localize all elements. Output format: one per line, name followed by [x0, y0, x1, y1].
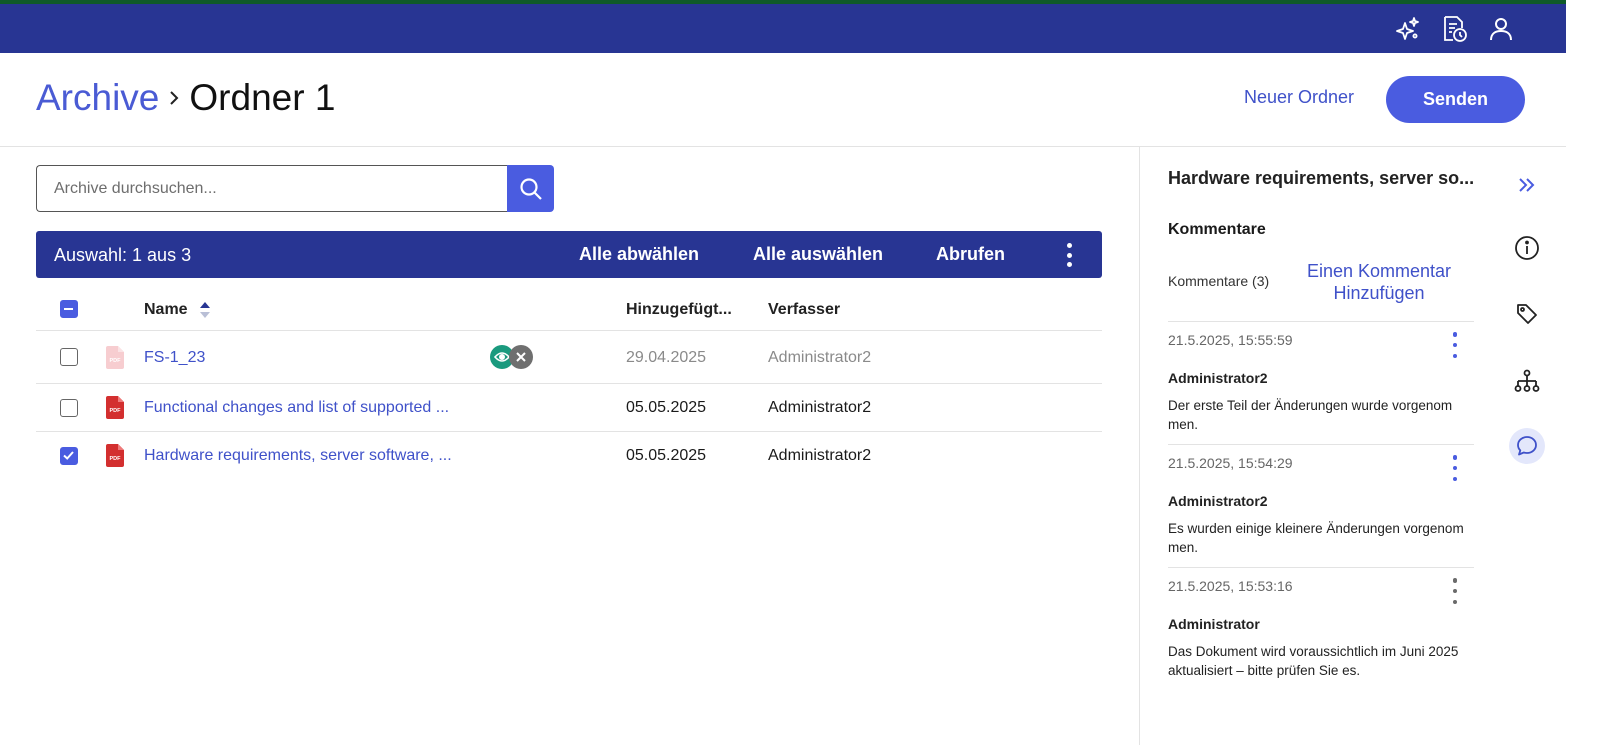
add-comment-button[interactable]: Einen Kommentar Hinzufügen	[1292, 260, 1466, 304]
comment-author: Administrator2	[1168, 493, 1268, 509]
chevron-right-icon	[167, 89, 181, 107]
pdf-file-icon: PDF	[106, 346, 124, 369]
comments-heading: Kommentare	[1168, 221, 1266, 238]
table-row[interactable]: PDF Functional changes and list of suppo…	[36, 384, 1102, 432]
comment-icon[interactable]	[1509, 428, 1545, 464]
selection-count: Auswahl: 1 aus 3	[54, 245, 192, 265]
file-date: 05.05.2025	[626, 447, 707, 464]
table-row[interactable]: PDF FS-1_23 29.04.2025 Administrator2	[36, 331, 1102, 384]
svg-text:PDF: PDF	[110, 456, 122, 462]
deselect-all-button[interactable]: Alle abwählen	[579, 244, 699, 265]
file-name-link[interactable]: Functional changes and list of supported…	[144, 399, 449, 417]
selection-bar: Auswahl: 1 aus 3 Alle abwählen Alle ausw…	[36, 231, 1102, 278]
comment-timestamp: 21.5.2025, 15:54:29	[1168, 455, 1293, 471]
user-icon[interactable]	[1485, 13, 1517, 45]
comment-item: 21.5.2025, 15:55:59 Administrator2 Der e…	[1168, 321, 1474, 444]
panel-title: Hardware requirements, server so...	[1168, 168, 1475, 188]
close-icon[interactable]	[509, 345, 533, 369]
send-button[interactable]: Senden	[1386, 76, 1525, 123]
comment-text: Es wurden einige kleinere Änderungen vor…	[1168, 521, 1464, 555]
page-title: Ordner 1	[189, 77, 336, 118]
column-header-author[interactable]: Verfasser	[768, 301, 840, 319]
select-all-button[interactable]: Alle auswählen	[753, 244, 883, 265]
svg-text:PDF: PDF	[110, 408, 122, 414]
comment-menu-icon[interactable]	[1450, 578, 1460, 604]
comment-item: 21.5.2025, 15:54:29 Administrator2 Es wu…	[1168, 444, 1474, 567]
top-bar	[0, 4, 1566, 53]
select-all-checkbox[interactable]	[60, 300, 78, 318]
window-edge	[1566, 0, 1605, 745]
double-chevron-right-icon[interactable]	[1509, 167, 1545, 203]
sparkles-icon[interactable]	[1391, 13, 1423, 45]
comment-timestamp: 21.5.2025, 15:53:16	[1168, 578, 1293, 594]
document-clock-icon[interactable]	[1438, 13, 1470, 45]
column-header-added[interactable]: Hinzugefügt...	[626, 301, 732, 319]
comment-count: Kommentare (3)	[1168, 273, 1270, 289]
more-options-icon[interactable]	[1056, 241, 1082, 269]
info-icon[interactable]	[1509, 230, 1545, 266]
comment-text: Das Dokument wird voraussichtlich im Jun…	[1168, 644, 1459, 678]
comment-menu-icon[interactable]	[1450, 332, 1460, 358]
app-window: Archive Ordner 1 Neuer Ordner Senden Aus…	[0, 4, 1566, 745]
sort-icon[interactable]	[199, 301, 211, 319]
comment-author: Administrator	[1168, 616, 1260, 632]
retrieve-button[interactable]: Abrufen	[936, 244, 1005, 265]
file-author: Administrator2	[768, 349, 872, 366]
search-icon	[519, 177, 542, 200]
svg-text:PDF: PDF	[110, 358, 122, 364]
column-header-name[interactable]: Name	[144, 301, 188, 319]
pdf-file-icon: PDF	[106, 444, 124, 467]
search-button[interactable]	[507, 165, 554, 212]
search-input[interactable]	[36, 165, 508, 212]
comment-timestamp: 21.5.2025, 15:55:59	[1168, 332, 1293, 348]
comment-menu-icon[interactable]	[1450, 455, 1460, 481]
hierarchy-icon[interactable]	[1509, 363, 1545, 399]
file-date: 05.05.2025	[626, 399, 707, 416]
table-row[interactable]: PDF Hardware requirements, server softwa…	[36, 432, 1102, 480]
comment-text: Der erste Teil der Änderungen wurde vorg…	[1168, 398, 1453, 432]
row-checkbox[interactable]	[60, 447, 78, 465]
status-badges	[490, 345, 536, 369]
file-date: 29.04.2025	[626, 349, 707, 366]
file-author: Administrator2	[768, 447, 872, 464]
row-checkbox[interactable]	[60, 348, 78, 366]
panel-divider	[1139, 147, 1140, 745]
new-folder-button[interactable]: Neuer Ordner	[1244, 87, 1354, 108]
comment-author: Administrator2	[1168, 370, 1268, 386]
table-header: Name Hinzugefügt... Verfasser	[36, 287, 1102, 331]
page-header: Archive Ordner 1 Neuer Ordner Senden	[0, 53, 1566, 147]
tag-icon[interactable]	[1509, 296, 1545, 332]
breadcrumb-archive-link[interactable]: Archive	[36, 77, 159, 119]
breadcrumb: Archive Ordner 1	[36, 77, 335, 119]
file-name-link[interactable]: FS-1_23	[144, 349, 205, 367]
pdf-file-icon: PDF	[106, 396, 124, 419]
comment-item: 21.5.2025, 15:53:16 Administrator Das Do…	[1168, 567, 1474, 707]
file-author: Administrator2	[768, 399, 872, 416]
file-name-link[interactable]: Hardware requirements, server software, …	[144, 447, 452, 465]
row-checkbox[interactable]	[60, 399, 78, 417]
